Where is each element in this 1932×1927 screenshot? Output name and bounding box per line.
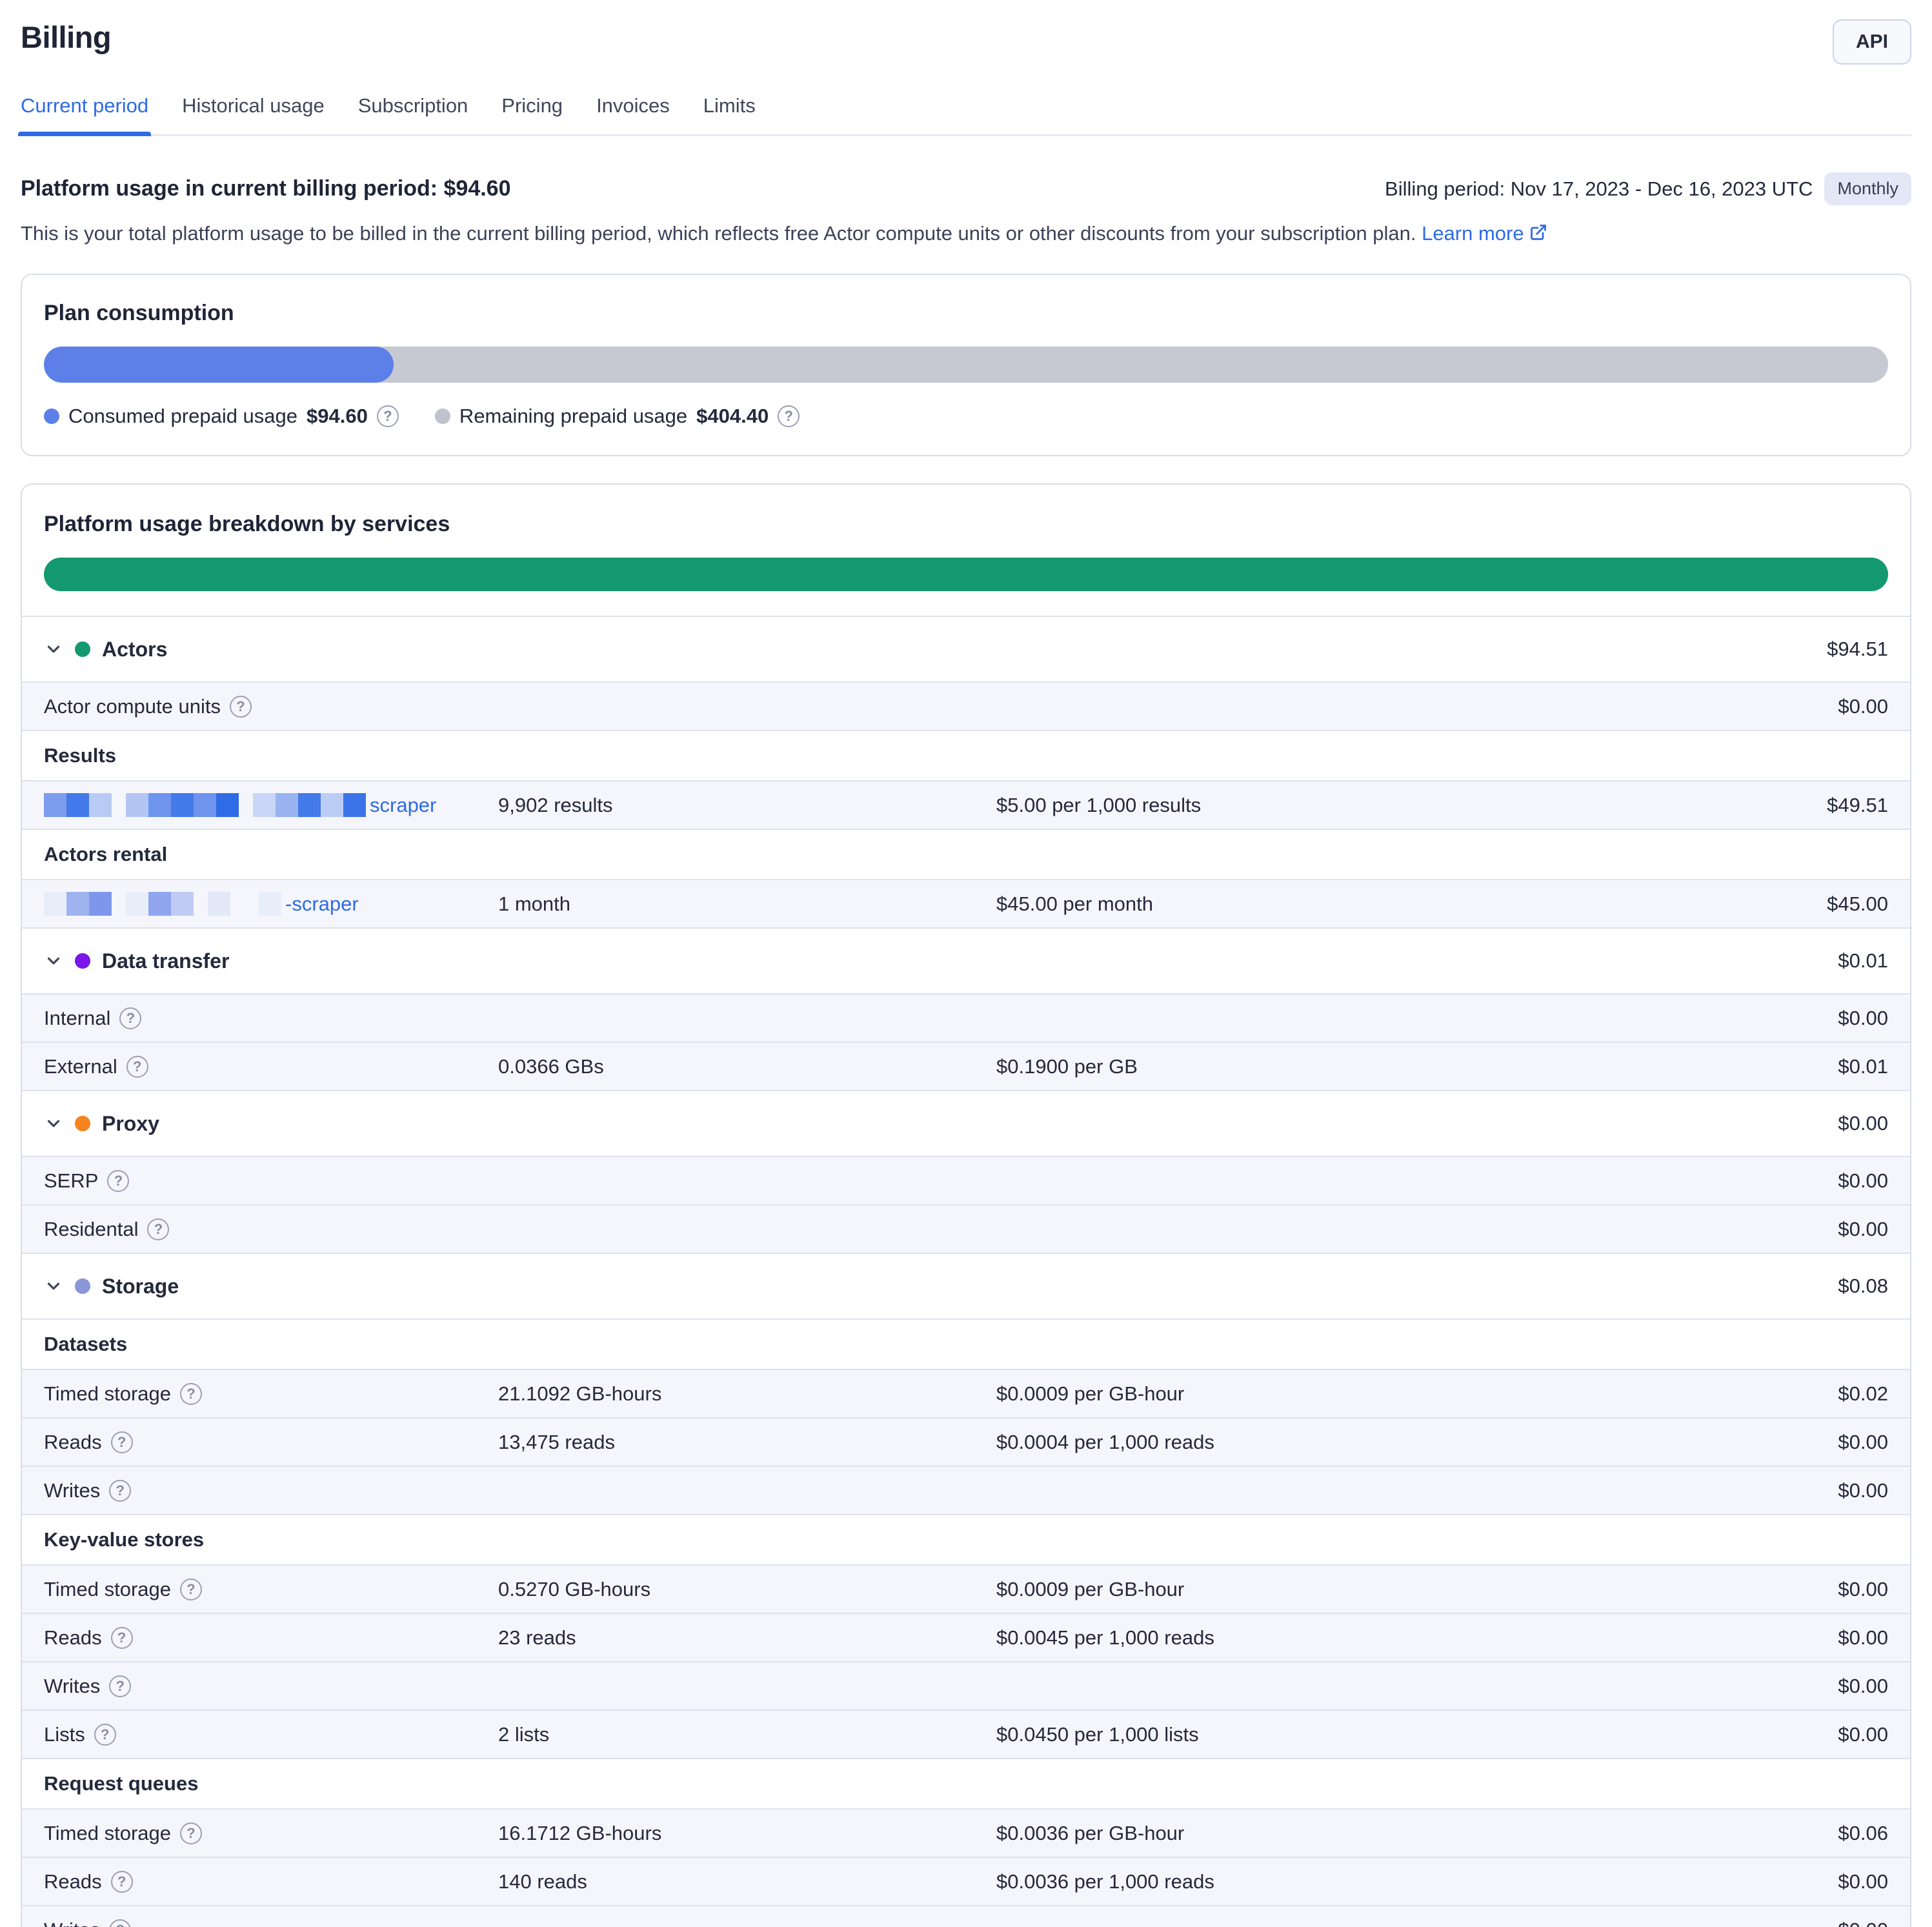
actors-dot-icon bbox=[75, 641, 90, 657]
actor-link[interactable]: -scraper bbox=[285, 893, 359, 916]
data-transfer-dot-icon bbox=[75, 953, 90, 969]
tab-historical-usage[interactable]: Historical usage bbox=[182, 94, 325, 134]
proxy-dot-icon bbox=[75, 1116, 90, 1131]
service-section-storage[interactable]: Storage $0.08 bbox=[22, 1253, 1910, 1318]
billing-cycle-badge: Monthly bbox=[1824, 172, 1911, 205]
row-rq-timed-storage: Timed storage? 16.1712 GB-hours $0.0036 … bbox=[22, 1808, 1910, 1857]
billing-page: Billing API Current period Historical us… bbox=[0, 0, 1932, 1927]
chevron-down-icon bbox=[44, 1276, 63, 1296]
row-rental-scraper: -scraper 1 month $45.00 per month $45.00 bbox=[22, 879, 1910, 927]
help-icon[interactable]: ? bbox=[377, 405, 399, 427]
consumed-usage-fill bbox=[44, 347, 394, 383]
top-bar: Billing API bbox=[21, 0, 1911, 65]
service-section-actors[interactable]: Actors $94.51 bbox=[22, 616, 1910, 681]
help-icon[interactable]: ? bbox=[147, 1218, 169, 1240]
storage-dot-icon bbox=[75, 1278, 90, 1294]
breakdown-rows: Actors $94.51 Actor compute units? $0.00… bbox=[22, 616, 1910, 1927]
plan-consumption-title: Plan consumption bbox=[44, 301, 1888, 326]
row-kvs-reads: Reads? 23 reads $0.0045 per 1,000 reads … bbox=[22, 1613, 1910, 1661]
help-icon[interactable]: ? bbox=[109, 1480, 131, 1502]
usage-summary-title: Platform usage in current billing period… bbox=[21, 176, 511, 201]
help-icon[interactable]: ? bbox=[180, 1822, 202, 1844]
plan-consumption-legend: Consumed prepaid usage $94.60 ? Remainin… bbox=[44, 405, 1888, 428]
redacted-actor-name bbox=[44, 892, 281, 916]
consumed-dot-icon bbox=[44, 409, 59, 424]
help-icon[interactable]: ? bbox=[180, 1579, 202, 1600]
row-internal: Internal? $0.00 bbox=[22, 993, 1910, 1042]
service-section-data-transfer[interactable]: Data transfer $0.01 bbox=[22, 927, 1910, 993]
row-datasets-reads: Reads? 13,475 reads $0.0004 per 1,000 re… bbox=[22, 1417, 1910, 1466]
service-section-proxy[interactable]: Proxy $0.00 bbox=[22, 1090, 1910, 1156]
chevron-down-icon bbox=[44, 1114, 63, 1133]
help-icon[interactable]: ? bbox=[109, 1919, 131, 1927]
subsection-request-queues: Request queues bbox=[22, 1758, 1910, 1808]
row-kvs-lists: Lists? 2 lists $0.0450 per 1,000 lists $… bbox=[22, 1710, 1910, 1758]
help-icon[interactable]: ? bbox=[111, 1431, 133, 1453]
row-kvs-timed-storage: Timed storage? 0.5270 GB-hours $0.0009 p… bbox=[22, 1564, 1910, 1613]
tab-subscription[interactable]: Subscription bbox=[358, 94, 468, 134]
row-datasets-writes: Writes? $0.00 bbox=[22, 1466, 1910, 1514]
help-icon[interactable]: ? bbox=[180, 1383, 202, 1405]
page-title: Billing bbox=[21, 19, 111, 55]
subsection-key-value-stores: Key-value stores bbox=[22, 1514, 1910, 1564]
help-icon[interactable]: ? bbox=[230, 696, 252, 718]
row-rq-writes: Writes? $0.00 bbox=[22, 1905, 1910, 1927]
legend-remaining: Remaining prepaid usage $404.40 ? bbox=[435, 405, 800, 428]
api-button[interactable]: API bbox=[1833, 19, 1911, 65]
row-rq-reads: Reads? 140 reads $0.0036 per 1,000 reads… bbox=[22, 1857, 1910, 1905]
services-total-bar bbox=[44, 558, 1888, 591]
row-residental: Residental? $0.00 bbox=[22, 1204, 1910, 1253]
plan-consumption-card: Plan consumption Consumed prepaid usage … bbox=[21, 274, 1911, 456]
help-icon[interactable]: ? bbox=[109, 1675, 131, 1697]
tab-current-period[interactable]: Current period bbox=[21, 94, 148, 134]
row-external: External? 0.0366 GBs $0.1900 per GB $0.0… bbox=[22, 1042, 1910, 1090]
help-icon[interactable]: ? bbox=[111, 1627, 133, 1649]
billing-period-text: Billing period: Nov 17, 2023 - Dec 16, 2… bbox=[1385, 177, 1813, 201]
remaining-dot-icon bbox=[435, 409, 450, 424]
chevron-down-icon bbox=[44, 640, 63, 659]
help-icon[interactable]: ? bbox=[107, 1170, 129, 1192]
row-actor-compute-units: Actor compute units? $0.00 bbox=[22, 681, 1910, 730]
subsection-datasets: Datasets bbox=[22, 1318, 1910, 1369]
chevron-down-icon bbox=[44, 951, 63, 971]
tab-pricing[interactable]: Pricing bbox=[501, 94, 563, 134]
usage-description: This is your total platform usage to be … bbox=[21, 222, 1911, 247]
external-link-icon bbox=[1529, 223, 1547, 247]
tab-invoices[interactable]: Invoices bbox=[596, 94, 670, 134]
usage-summary-row: Platform usage in current billing period… bbox=[21, 172, 1911, 205]
redacted-actor-name bbox=[44, 793, 366, 817]
help-icon[interactable]: ? bbox=[119, 1007, 141, 1029]
plan-consumption-bar bbox=[44, 347, 1888, 383]
breakdown-title: Platform usage breakdown by services bbox=[44, 512, 1888, 537]
help-icon[interactable]: ? bbox=[126, 1056, 148, 1078]
row-results-scraper: scraper 9,902 results $5.00 per 1,000 re… bbox=[22, 780, 1910, 829]
learn-more-link[interactable]: Learn more bbox=[1422, 222, 1547, 245]
subsection-results: Results bbox=[22, 730, 1910, 780]
help-icon[interactable]: ? bbox=[111, 1871, 133, 1893]
row-serp: SERP? $0.00 bbox=[22, 1156, 1910, 1204]
legend-consumed: Consumed prepaid usage $94.60 ? bbox=[44, 405, 399, 428]
tab-bar: Current period Historical usage Subscrip… bbox=[21, 94, 1911, 136]
subsection-actors-rental: Actors rental bbox=[22, 829, 1910, 879]
usage-breakdown-card: Platform usage breakdown by services Act… bbox=[21, 483, 1911, 1927]
actor-link[interactable]: scraper bbox=[370, 794, 436, 817]
help-icon[interactable]: ? bbox=[778, 405, 800, 427]
row-datasets-timed-storage: Timed storage? 21.1092 GB-hours $0.0009 … bbox=[22, 1369, 1910, 1417]
help-icon[interactable]: ? bbox=[94, 1724, 116, 1746]
row-kvs-writes: Writes? $0.00 bbox=[22, 1661, 1910, 1710]
tab-limits[interactable]: Limits bbox=[703, 94, 756, 134]
